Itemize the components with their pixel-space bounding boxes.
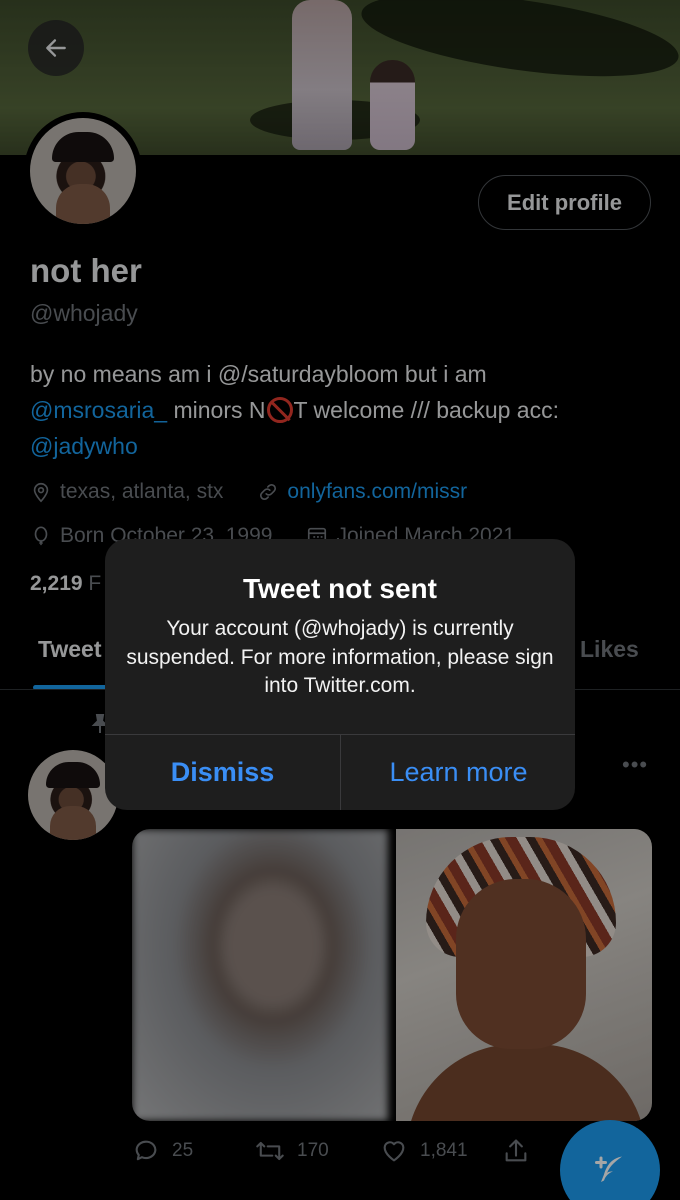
alert-message: Your account (@whojady) is currently sus… bbox=[126, 617, 554, 697]
tweet-not-sent-alert: Tweet not sent Your account (@whojady) i… bbox=[105, 539, 575, 810]
dismiss-button[interactable]: Dismiss bbox=[105, 735, 340, 810]
learn-more-button[interactable]: Learn more bbox=[341, 735, 575, 810]
alert-title: Tweet not sent bbox=[243, 573, 437, 604]
